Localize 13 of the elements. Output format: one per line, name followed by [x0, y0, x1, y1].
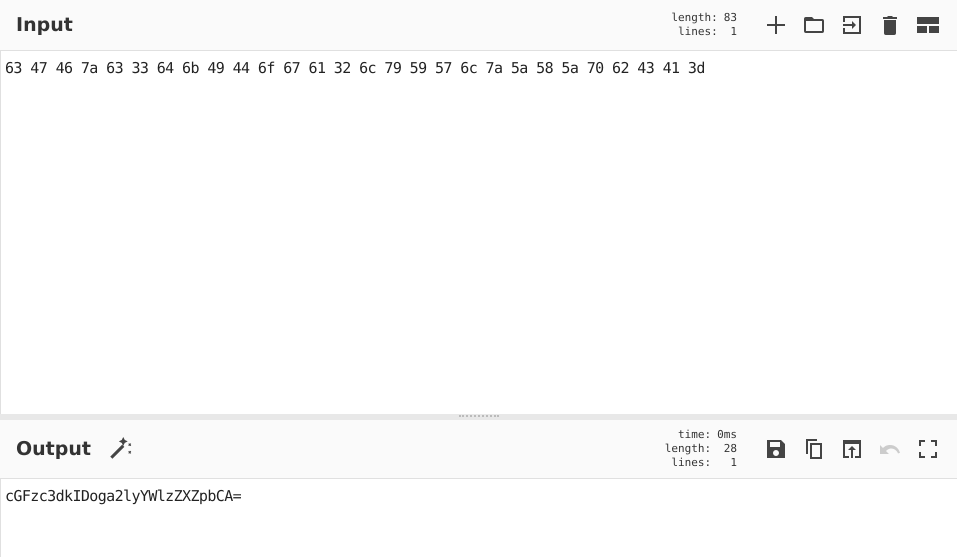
stat-value: 1	[729, 456, 737, 470]
stat-value: 28	[722, 442, 737, 456]
pane-title: Input	[16, 14, 73, 36]
stat-label: length:	[664, 442, 712, 456]
stat-label: lines:	[670, 456, 712, 470]
stat-value: 1	[729, 25, 737, 39]
output-text: cGFzc3dkIDoga2lyYWlzZXZpbCA=	[0, 479, 957, 557]
stat-value: 83	[724, 11, 737, 25]
stat-value: 0ms	[717, 428, 737, 442]
pane-title: Output	[16, 438, 91, 460]
stat-label: lines:	[677, 25, 718, 39]
stat-label: time:	[677, 428, 712, 442]
stat-label: length:	[671, 11, 718, 25]
